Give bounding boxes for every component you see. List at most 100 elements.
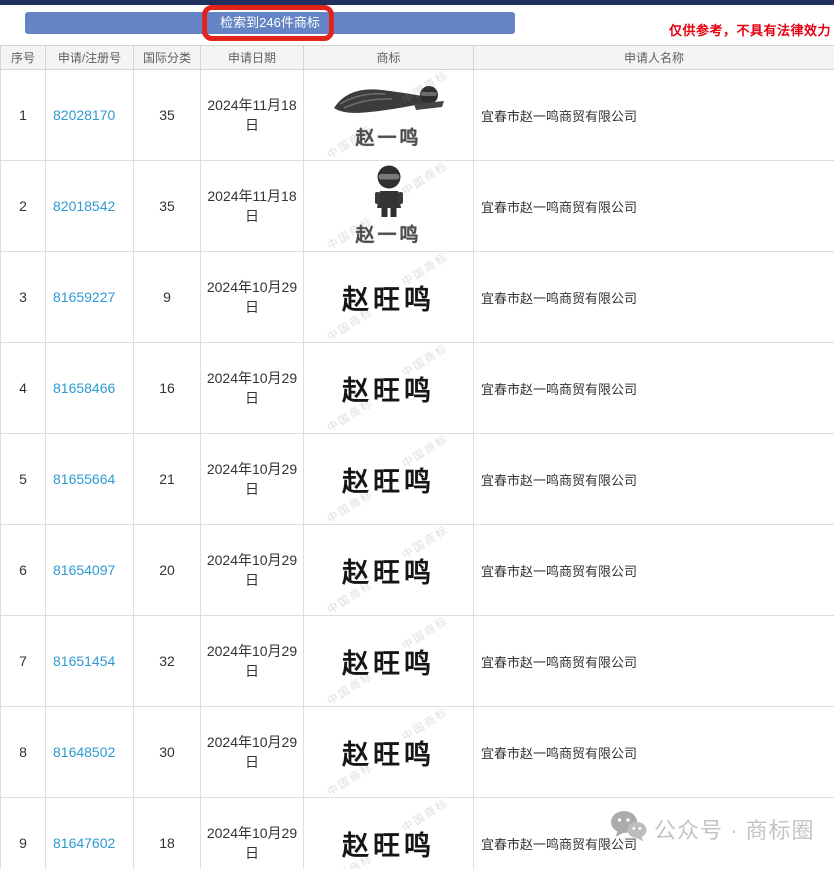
application-number-link[interactable]: 81659227: [53, 289, 115, 305]
row-index: 6: [19, 562, 27, 578]
trademark-image: 中国商标 中国商标: [304, 616, 473, 706]
cell-application-date: 2024年10月29日: [201, 252, 304, 343]
application-number-link[interactable]: 82018542: [53, 198, 115, 214]
application-number-link[interactable]: 82028170: [53, 107, 115, 123]
table-row: 4 81658466 16 2024年10月29日 中国商标 中国商标: [1, 343, 834, 434]
application-number-link[interactable]: 81651454: [53, 653, 115, 669]
cell-application-number: 81658466: [46, 343, 134, 434]
results-banner: 检索到246件商标 仅供参考，不具有法律效力: [0, 5, 834, 45]
cell-intl-class: 32: [134, 616, 201, 707]
applicant-name: 宜春市赵一鸣商贸有限公司: [481, 200, 637, 215]
cell-application-date: 2024年10月29日: [201, 525, 304, 616]
cell-applicant: 宜春市赵一鸣商贸有限公司: [474, 70, 834, 161]
application-date: 2024年10月29日: [207, 825, 297, 861]
cell-application-number: 81648502: [46, 707, 134, 798]
cell-applicant: 宜春市赵一鸣商贸有限公司: [474, 616, 834, 707]
cell-applicant: 宜春市赵一鸣商贸有限公司: [474, 161, 834, 252]
trademark-text: 赵旺鸣: [342, 642, 435, 681]
application-date: 2024年10月29日: [207, 552, 297, 588]
cell-index: 4: [1, 343, 46, 434]
cell-index: 6: [1, 525, 46, 616]
application-date: 2024年10月29日: [207, 370, 297, 406]
trademark-image: 中国商标 中国商标: [304, 252, 473, 342]
cell-intl-class: 35: [134, 70, 201, 161]
application-number-link[interactable]: 81647602: [53, 835, 115, 851]
row-index: 9: [19, 835, 27, 851]
applicant-name: 宜春市赵一鸣商贸有限公司: [481, 382, 637, 397]
application-date: 2024年10月29日: [207, 734, 297, 770]
row-index: 5: [19, 471, 27, 487]
cell-application-date: 2024年10月29日: [201, 616, 304, 707]
applicant-name: 宜春市赵一鸣商贸有限公司: [481, 837, 637, 852]
applicant-name: 宜春市赵一鸣商贸有限公司: [481, 109, 637, 124]
cell-trademark: 中国商标 中国商标: [304, 70, 474, 161]
trademark-image: 中国商标 中国商标: [304, 434, 473, 524]
application-date: 2024年11月18日: [207, 97, 296, 133]
cell-index: 8: [1, 707, 46, 798]
cell-application-number: 82018542: [46, 161, 134, 252]
trademark-image: 中国商标 中国商标: [304, 70, 473, 160]
col-header-mark: 商标: [304, 46, 474, 70]
cell-trademark: 中国商标 中国商标: [304, 343, 474, 434]
result-count-bar: 检索到246件商标: [25, 12, 515, 34]
trademark-image: 中国商标 中国商标: [304, 798, 473, 869]
cell-application-date: 2024年10月29日: [201, 434, 304, 525]
cell-applicant: 宜春市赵一鸣商贸有限公司: [474, 252, 834, 343]
table-row: 6 81654097 20 2024年10月29日 中国商标 中国商标: [1, 525, 834, 616]
table-row: 9 81647602 18 2024年10月29日 中国商标 中国商标: [1, 798, 834, 869]
trademark-text: 赵旺鸣: [342, 551, 435, 590]
intl-class-value: 35: [159, 107, 175, 123]
disclaimer-text: 仅供参考，不具有法律效力: [669, 20, 831, 39]
application-date: 2024年10月29日: [207, 279, 297, 315]
application-number-link[interactable]: 81658466: [53, 380, 115, 396]
cell-applicant: 宜春市赵一鸣商贸有限公司: [474, 434, 834, 525]
table-row: 3 81659227 9 2024年10月29日 中国商标 中国商标: [1, 252, 834, 343]
table-row: 1 82028170 35 2024年11月18日 中国商标 中国商标: [1, 70, 834, 161]
cell-applicant: 宜春市赵一鸣商贸有限公司: [474, 343, 834, 434]
col-header-date: 申请日期: [201, 46, 304, 70]
cell-intl-class: 30: [134, 707, 201, 798]
applicant-name: 宜春市赵一鸣商贸有限公司: [481, 473, 637, 488]
cell-intl-class: 35: [134, 161, 201, 252]
row-index: 3: [19, 289, 27, 305]
applicant-name: 宜春市赵一鸣商贸有限公司: [481, 291, 637, 306]
cell-application-number: 81659227: [46, 252, 134, 343]
cell-trademark: 中国商标 中国商标: [304, 798, 474, 869]
row-index: 8: [19, 744, 27, 760]
cell-application-date: 2024年10月29日: [201, 707, 304, 798]
cell-trademark: 中国商标 中国商标: [304, 707, 474, 798]
table-row: 8 81648502 30 2024年10月29日 中国商标 中国商标: [1, 707, 834, 798]
intl-class-value: 21: [159, 471, 175, 487]
cell-index: 7: [1, 616, 46, 707]
cell-index: 9: [1, 798, 46, 869]
cell-applicant: 宜春市赵一鸣商贸有限公司: [474, 707, 834, 798]
trademark-text: 赵旺鸣: [342, 460, 435, 499]
row-index: 4: [19, 380, 27, 396]
cell-applicant: 宜春市赵一鸣商贸有限公司: [474, 525, 834, 616]
cell-intl-class: 16: [134, 343, 201, 434]
cell-intl-class: 20: [134, 525, 201, 616]
table-header-row: 序号 申请/注册号 国际分类 申请日期 商标 申请人名称: [1, 46, 834, 70]
cell-intl-class: 18: [134, 798, 201, 869]
cell-application-date: 2024年10月29日: [201, 343, 304, 434]
application-number-link[interactable]: 81648502: [53, 744, 115, 760]
intl-class-value: 18: [159, 835, 175, 851]
results-table: 序号 申请/注册号 国际分类 申请日期 商标 申请人名称 1 82028170 …: [0, 45, 834, 869]
applicant-name: 宜春市赵一鸣商贸有限公司: [481, 655, 637, 670]
trademark-image: 中国商标 中国商标: [304, 161, 473, 251]
trademark-text: 赵一鸣: [355, 220, 421, 247]
intl-class-value: 30: [159, 744, 175, 760]
cell-trademark: 中国商标 中国商标: [304, 434, 474, 525]
application-date: 2024年10月29日: [207, 461, 297, 497]
intl-class-value: 9: [163, 289, 171, 305]
cell-intl-class: 9: [134, 252, 201, 343]
application-number-link[interactable]: 81654097: [53, 562, 115, 578]
trademark-text: 赵旺鸣: [342, 278, 435, 317]
intl-class-value: 20: [159, 562, 175, 578]
cell-application-number: 81654097: [46, 525, 134, 616]
trademark-image: 中国商标 中国商标: [304, 525, 473, 615]
application-date: 2024年11月18日: [207, 188, 296, 224]
table-row: 5 81655664 21 2024年10月29日 中国商标 中国商标: [1, 434, 834, 525]
application-number-link[interactable]: 81655664: [53, 471, 115, 487]
col-header-applicant: 申请人名称: [474, 46, 834, 70]
